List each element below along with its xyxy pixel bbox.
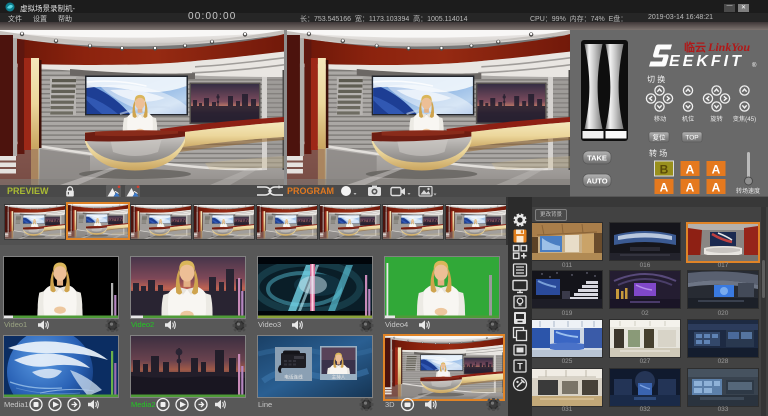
svg-text:转 场: 转 场 (649, 148, 667, 158)
svg-text:临云: 临云 (684, 40, 706, 54)
svg-text:变焦(45): 变焦(45) (733, 115, 756, 123)
svg-text:主持人: 主持人 (332, 374, 346, 381)
svg-text:机位: 机位 (682, 115, 694, 123)
svg-text:T: T (517, 362, 523, 372)
svg-text:®: ® (752, 62, 757, 69)
svg-text:EEKFIT: EEKFIT (669, 53, 744, 70)
svg-text:A: A (712, 163, 721, 177)
svg-text:电话连线: 电话连线 (284, 374, 303, 381)
svg-text:旋转: 旋转 (710, 115, 722, 123)
svg-text:复位: 复位 (653, 133, 667, 142)
svg-text:切 换: 切 换 (647, 74, 665, 84)
svg-text:TOP: TOP (685, 135, 698, 142)
svg-text:LinkYou: LinkYou (707, 40, 750, 54)
svg-text:A: A (712, 181, 721, 195)
svg-text:TAKE: TAKE (587, 154, 607, 163)
svg-text:转场速度: 转场速度 (736, 187, 760, 195)
svg-text:A: A (660, 181, 669, 195)
svg-text:B: B (660, 163, 669, 177)
svg-text:A: A (686, 181, 695, 195)
svg-text:移动: 移动 (654, 115, 666, 123)
svg-text:AUTO: AUTO (586, 177, 607, 186)
svg-text:A: A (686, 163, 695, 177)
